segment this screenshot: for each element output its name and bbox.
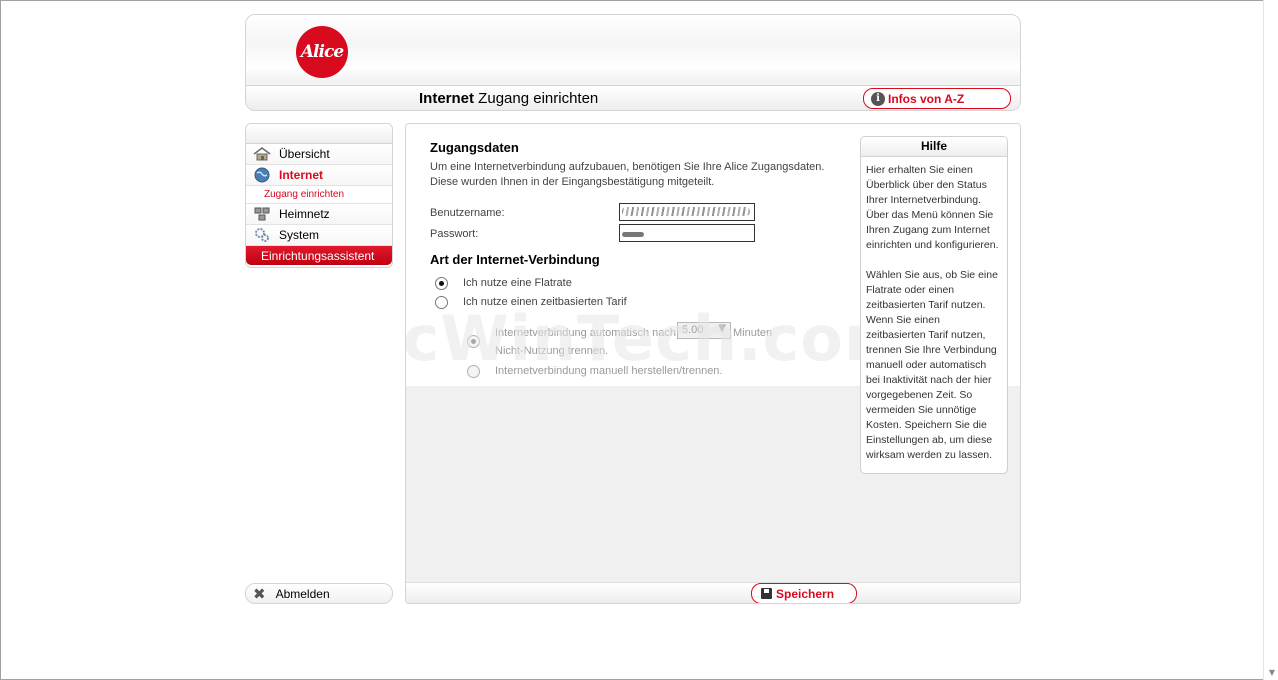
close-icon: ✖ (253, 584, 266, 603)
page-title: Internet Zugang einrichten (419, 90, 598, 107)
infos-a-z-button[interactable]: i Infos von A-Z (863, 88, 1011, 109)
main-panel: Zugangsdaten Um eine Internetverbindung … (405, 123, 1021, 604)
watermark: PcWinTech.com (405, 302, 910, 375)
main-footer (406, 582, 1020, 603)
help-text: Hier erhalten Sie einen Überblick über d… (861, 157, 1007, 463)
help-paragraph: Hier erhalten Sie einen Überblick über d… (866, 164, 999, 251)
sidebar-item-label: Internet (279, 168, 324, 182)
sidebar-item-heimnetz[interactable]: Heimnetz (246, 204, 392, 225)
save-button-label: Speichern (776, 586, 835, 601)
globe-icon (253, 167, 271, 183)
scroll-down-arrow-icon[interactable]: ▼ (1269, 668, 1275, 677)
sidebar-item-label: Heimnetz (279, 207, 330, 221)
password-field[interactable] (619, 224, 755, 242)
sidebar-item-label: Übersicht (279, 147, 330, 161)
redacted-password (622, 232, 644, 237)
sidebar-item-label: System (279, 228, 320, 242)
header: Alice Internet Zugang einrichten i Infos… (245, 14, 1021, 111)
radio-flatrate[interactable] (435, 277, 448, 290)
sidebar-item-uebersicht[interactable]: Übersicht (246, 144, 392, 165)
page-title-rest: Zugang einrichten (474, 90, 599, 107)
sidebar-subitem-label: Zugang einrichten (264, 189, 345, 200)
logo-text: Alice (300, 42, 344, 62)
section-description: Um eine Internetverbindung aufzubauen, b… (430, 161, 825, 188)
sidebar: Übersicht Internet Zugang einrichten Hei… (245, 123, 393, 268)
sidebar-item-label: Einrichtungsassistent (261, 248, 375, 263)
section-title-verbindung: Art der Internet-Verbindung (430, 252, 600, 267)
password-label: Passwort: (430, 228, 479, 240)
floppy-disk-icon (761, 588, 772, 599)
gears-icon (253, 228, 271, 242)
page-title-bold: Internet (419, 90, 475, 107)
vertical-scrollbar[interactable]: ▼ (1263, 0, 1278, 680)
help-paragraph: Wählen Sie aus, ob Sie eine Flatrate ode… (866, 269, 998, 461)
sidebar-item-internet[interactable]: Internet (246, 165, 392, 186)
info-icon: i (871, 91, 885, 106)
help-title: Hilfe (861, 137, 1007, 157)
section-title-zugangsdaten: Zugangsdaten (430, 140, 519, 155)
network-icon (253, 207, 271, 221)
sidebar-item-system[interactable]: System (246, 225, 392, 246)
username-label: Benutzername: (430, 207, 505, 219)
sidebar-item-einrichtungsassistent[interactable]: Einrichtungsassistent (246, 246, 392, 265)
redacted-username (622, 207, 750, 216)
sidebar-subitem-zugang-einrichten[interactable]: Zugang einrichten (246, 186, 392, 204)
infos-a-z-label: Infos von A-Z (888, 91, 965, 106)
radio-flatrate-label: Ich nutze eine Flatrate (463, 277, 572, 289)
logout-label: Abmelden (275, 586, 330, 601)
alice-logo: Alice (296, 26, 348, 78)
username-field[interactable] (619, 203, 755, 221)
save-button[interactable]: Speichern (751, 583, 857, 603)
sidebar-top (246, 124, 392, 144)
help-box: Hilfe Hier erhalten Sie einen Überblick … (860, 136, 1008, 474)
house-icon (253, 147, 271, 161)
logout-button[interactable]: ✖ Abmelden (245, 583, 393, 604)
